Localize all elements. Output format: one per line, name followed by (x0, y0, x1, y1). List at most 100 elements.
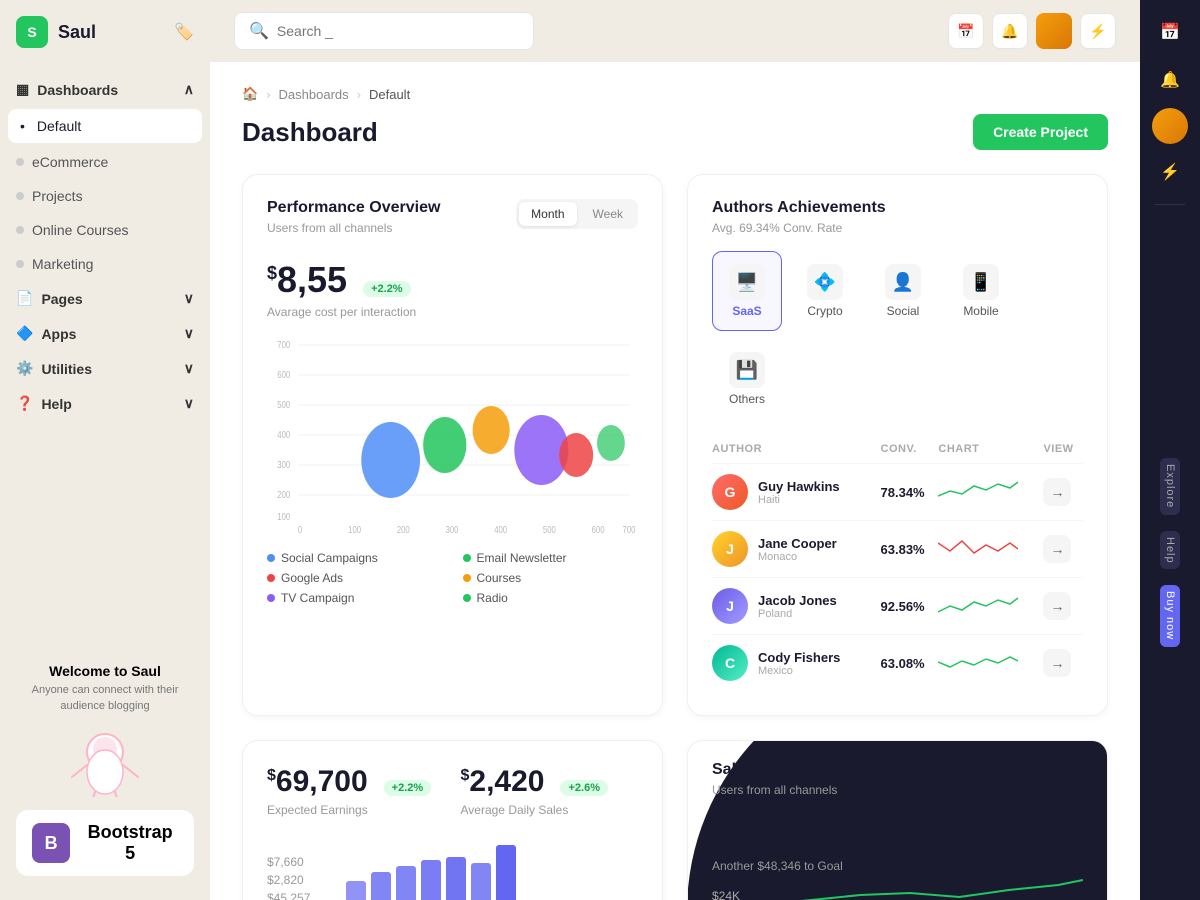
settings-icon-btn[interactable]: ⚡ (1080, 13, 1116, 49)
tab-week[interactable]: Week (581, 202, 635, 226)
search-box[interactable]: 🔍 (234, 12, 534, 50)
legend-label: Email Newsletter (477, 551, 567, 565)
tab-others[interactable]: 💾 Others (712, 339, 782, 419)
chevron-down-icon: ∨ (184, 325, 194, 342)
earnings-card: $69,700 +2.2% Expected Earnings $2,420 +… (242, 740, 663, 900)
authors-table: AUTHOR CONV. CHART VIEW G (712, 435, 1083, 691)
col-author: AUTHOR (712, 435, 881, 464)
performance-header: Performance Overview Users from all chan… (267, 199, 638, 251)
explore-btn[interactable]: Explore (1160, 458, 1180, 514)
author-name: Jacob Jones (758, 593, 837, 608)
sidebar-item-pages[interactable]: 📄 Pages ∨ (0, 281, 210, 316)
svg-text:300: 300 (446, 524, 459, 535)
view-button[interactable]: → (1043, 649, 1071, 677)
tab-saas[interactable]: 🖥️ SaaS (712, 251, 782, 331)
home-icon: 🏠 (242, 86, 258, 102)
author-name: Jane Cooper (758, 536, 837, 551)
daily-sales-value: $2,420 (461, 765, 545, 799)
chevron-down-icon: ∧ (184, 81, 194, 98)
pin-icon[interactable]: 🏷️ (174, 22, 194, 42)
help-btn[interactable]: Help (1160, 531, 1180, 570)
sidebar-item-label: Marketing (32, 256, 93, 272)
sidebar-footer: Welcome to Saul Anyone can connect with … (0, 647, 210, 900)
sidebar-item-utilities[interactable]: ⚙️ Utilities ∨ (0, 351, 210, 386)
svg-text:0: 0 (298, 524, 302, 535)
earnings-badge: +2.2% (384, 780, 432, 796)
conv-rate: 78.34% (881, 485, 925, 500)
saas-icon: 🖥️ (729, 264, 765, 300)
earnings-value: $69,700 (267, 765, 368, 799)
svg-text:200: 200 (277, 489, 290, 500)
conv-rate: 63.08% (881, 656, 925, 671)
author-tabs: 🖥️ SaaS 💠 Crypto 👤 Social 📱 Mobile (712, 251, 1083, 419)
tab-month[interactable]: Month (519, 202, 576, 226)
breadcrumb: 🏠 › Dashboards › Default (242, 86, 1108, 102)
legend-dot-icon (463, 574, 471, 582)
author-name: Guy Hawkins (758, 479, 840, 494)
chevron-down-icon: ∨ (184, 395, 194, 412)
breadcrumb-dashboards[interactable]: Dashboards (279, 87, 349, 102)
sidebar-item-projects[interactable]: Projects (0, 179, 210, 213)
notification-icon-btn[interactable]: 🔔 (992, 13, 1028, 49)
author-name: Cody Fishers (758, 650, 840, 665)
social-label: Social (887, 304, 920, 318)
chevron-down-icon: ∨ (184, 290, 194, 307)
settings-panel-btn[interactable]: ⚡ (1150, 152, 1190, 192)
create-project-button[interactable]: Create Project (973, 114, 1108, 150)
svg-text:400: 400 (277, 429, 290, 440)
brand-name: Saul (58, 22, 96, 43)
svg-text:700: 700 (623, 524, 636, 535)
crypto-icon: 💠 (807, 264, 843, 300)
topbar: 🔍 📅 🔔 ⚡ (210, 0, 1140, 62)
sidebar-item-ecommerce[interactable]: eCommerce (0, 145, 210, 179)
search-input[interactable] (277, 23, 519, 39)
breadcrumb-default: Default (369, 87, 410, 102)
sidebar-item-dashboards[interactable]: ▦ Dashboards ∧ (0, 72, 210, 107)
view-button[interactable]: → (1043, 592, 1071, 620)
col-conv: CONV. (881, 435, 939, 464)
main-content: 🔍 📅 🔔 ⚡ 🏠 › Dashboards › Default Dashboa… (210, 0, 1140, 900)
sidebar-item-apps[interactable]: 🔷 Apps ∨ (0, 316, 210, 351)
legend-label: Courses (477, 571, 522, 585)
user-avatar-btn[interactable] (1036, 13, 1072, 49)
performance-title: Performance Overview (267, 199, 440, 217)
legend-dot-icon (267, 594, 275, 602)
author-country: Monaco (758, 551, 837, 563)
sales-big-value: 14,094 (725, 813, 835, 855)
page-title: Dashboard (242, 117, 378, 148)
dashboard-grid: Performance Overview Users from all chan… (242, 174, 1108, 716)
saas-label: SaaS (732, 304, 761, 318)
table-row: C Cody Fishers Mexico 63.08% (712, 635, 1083, 692)
earnings-label: Expected Earnings (267, 803, 445, 817)
svg-text:600: 600 (592, 524, 605, 535)
nav-dot-icon (16, 192, 24, 200)
pages-icon: 📄 (16, 290, 33, 307)
performance-value-label: Avarage cost per interaction (267, 305, 638, 319)
legend-label: TV Campaign (281, 591, 354, 605)
calendar-icon-btn[interactable]: 📅 (948, 13, 984, 49)
topbar-right: 📅 🔔 ⚡ (948, 13, 1116, 49)
legend-label: Social Campaigns (281, 551, 378, 565)
tab-crypto[interactable]: 💠 Crypto (790, 251, 860, 331)
tab-mobile[interactable]: 📱 Mobile (946, 251, 1016, 331)
sidebar-item-label: Default (37, 118, 81, 134)
view-button[interactable]: → (1043, 478, 1071, 506)
bootstrap-badge: B Bootstrap 5 (16, 810, 194, 876)
user-avatar-panel[interactable] (1152, 108, 1188, 144)
sales-title: Sales This Months (712, 761, 1083, 779)
view-button[interactable]: → (1043, 535, 1071, 563)
svg-text:700: 700 (277, 339, 290, 350)
calendar-panel-btn[interactable]: 📅 (1150, 12, 1190, 52)
legend-email-newsletter: Email Newsletter (463, 551, 639, 565)
sidebar-item-online-courses[interactable]: Online Courses (0, 213, 210, 247)
notification-panel-btn[interactable]: 🔔 (1150, 60, 1190, 100)
period-tabs: Month Week (516, 199, 638, 229)
legend-dot-icon (463, 554, 471, 562)
tab-social[interactable]: 👤 Social (868, 251, 938, 331)
sidebar-item-help[interactable]: ❓ Help ∨ (0, 386, 210, 421)
sidebar-item-default[interactable]: Default (8, 109, 202, 143)
svg-text:500: 500 (277, 399, 290, 410)
page-title-row: Dashboard Create Project (242, 114, 1108, 150)
sidebar-item-marketing[interactable]: Marketing (0, 247, 210, 281)
buy-now-btn[interactable]: Buy now (1160, 585, 1180, 646)
